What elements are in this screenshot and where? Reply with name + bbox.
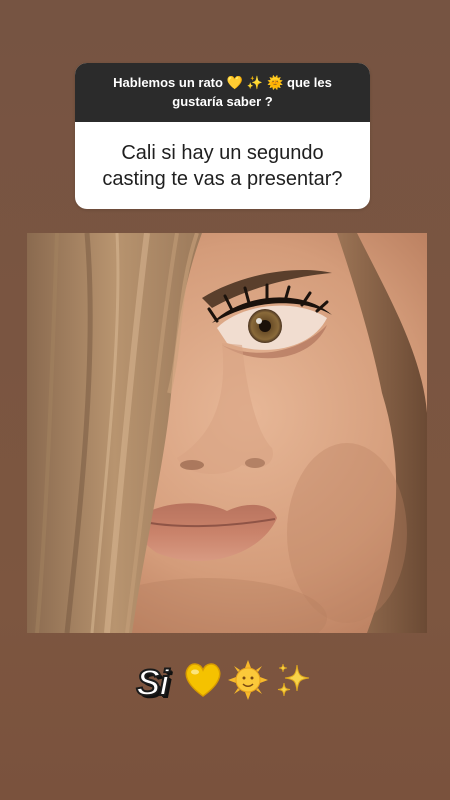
sparkles-icon bbox=[275, 661, 313, 704]
prompt-text-start: Hablemos un rato bbox=[113, 75, 223, 90]
answer-text: Si bbox=[135, 661, 170, 704]
answer-caption: Si bbox=[0, 660, 450, 705]
prompt-emojis: 💛 ✨ 🌞 bbox=[226, 76, 284, 91]
yellow-heart-icon bbox=[184, 662, 222, 703]
portrait-photo bbox=[27, 233, 427, 633]
question-sticker[interactable]: Hablemos un rato 💛 ✨ 🌞 que les gustaría … bbox=[75, 63, 370, 209]
sun-with-face-icon bbox=[228, 660, 269, 705]
question-text: Cali si hay un segundo casting te vas a … bbox=[102, 141, 343, 190]
question-prompt-header: Hablemos un rato 💛 ✨ 🌞 que les gustaría … bbox=[75, 63, 370, 122]
portrait-image bbox=[27, 233, 427, 633]
